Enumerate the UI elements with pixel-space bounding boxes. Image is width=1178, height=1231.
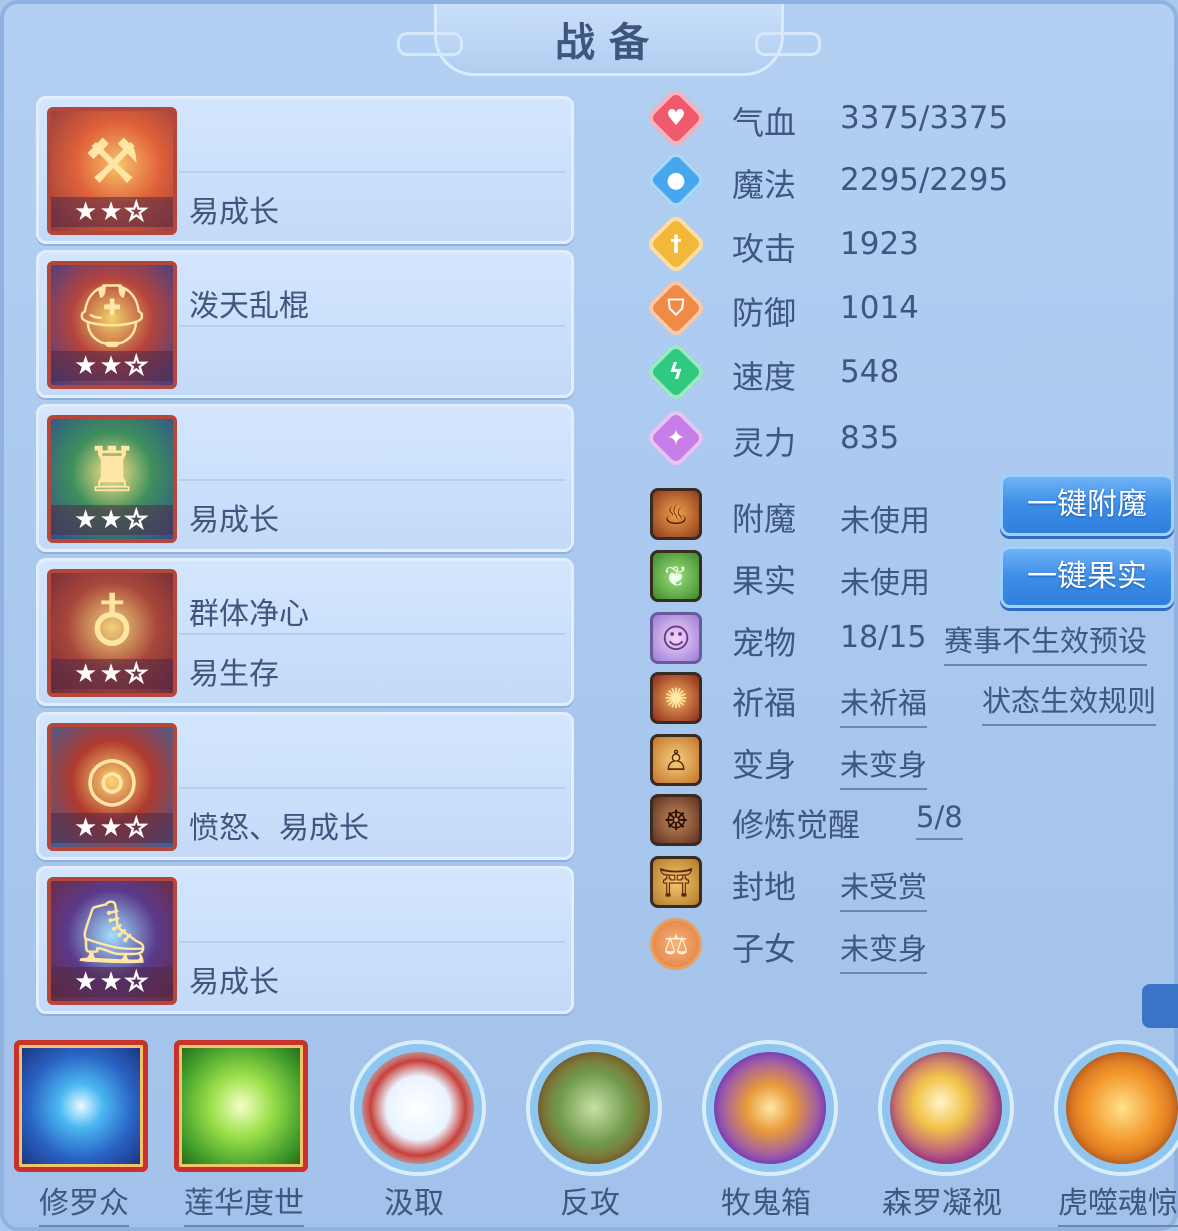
equipment-card-boots[interactable]: ⛸ ★★☆ 易成长 [36,866,574,1014]
equipment-skill: 泼天乱棍 [189,289,309,324]
meditation-icon: ☸ [650,794,702,846]
balance-icon: ⚖ [650,918,702,970]
skill-hushihunjing[interactable]: 虎噬魂惊 [1038,1032,1178,1231]
heart-icon: ♥ [666,105,686,131]
crack-icon [530,1044,658,1172]
stat-mp: ● 魔法 2295/2295 [644,148,1178,212]
lightning-icon: ϟ [668,359,684,385]
equipment-trait: 易生存 [189,657,279,692]
swirl-icon [354,1044,482,1172]
skill-lianhuadushi[interactable]: 莲华度世 [164,1032,324,1231]
skill-senluoningshi[interactable]: 森罗凝视 [862,1032,1022,1231]
battle-prep-panel: 战备 ⚒ ★★☆ 易成长 ⛑ ★★☆ 泼天乱棍 ♜ ★★☆ 易成长 ♁ ★★☆ … [0,0,1178,1231]
equipment-trait: 易成长 [189,965,279,1000]
star-rating: ★★☆ [51,966,173,998]
equipment-card-belt[interactable]: ◎ ★★☆ 愤怒、易成长 [36,712,574,860]
transform-status-link[interactable]: 未变身 [840,742,928,790]
mana-icon: ● [666,167,686,193]
row-awaken: ☸ 修炼觉醒 5/8 [644,790,1178,850]
skill-jiqu[interactable]: 汲取 [334,1032,494,1231]
status-rules-link[interactable]: 状态生效规则 [982,678,1157,726]
children-status-link[interactable]: 未变身 [840,926,928,974]
star-rating: ★★☆ [51,658,173,690]
shield-icon: ⛉ [667,295,685,321]
title-tab: 战备 [397,4,821,76]
equipment-card-armor[interactable]: ♜ ★★☆ 易成长 [36,404,574,552]
one-click-enchant-button[interactable]: 一键附魔 [1000,474,1174,536]
skill-bar: 修罗众 莲华度世 汲取 反攻 牧鬼箱 森罗凝视 虎噬魂惊 [4,1032,1178,1231]
row-children: ⚖ 子女 未变身 [644,914,1178,974]
boots-icon[interactable]: ⛸ ★★☆ [47,877,177,1005]
star-burst-icon [14,1040,148,1172]
skill-fangong[interactable]: 反攻 [510,1032,670,1231]
row-fief: ⛩ 封地 未受赏 [644,852,1178,912]
necklace-icon[interactable]: ♁ ★★☆ [47,569,177,697]
skill-xiuluozhong[interactable]: 修罗众 [4,1032,164,1231]
bless-icon: ✺ [650,672,702,724]
belt-icon[interactable]: ◎ ★★☆ [47,723,177,851]
figure-icon: ♙ [650,734,702,786]
stat-spirit: ✦ 灵力 835 [644,406,1178,470]
tiger-icon [1058,1044,1178,1172]
row-bless: ✺ 祈福 未祈福 状态生效规则 [644,668,1178,728]
crescent-moon-icon [882,1044,1010,1172]
chest-icon [706,1044,834,1172]
stat-attack: † 攻击 1923 [644,212,1178,276]
share-icon[interactable] [1142,984,1178,1028]
leaf-icon: ❦ [650,550,702,602]
row-transform: ♙ 变身 未变身 [644,730,1178,790]
weapon-icon[interactable]: ⚒ ★★☆ [47,107,177,235]
page-title: 战备 [555,19,663,66]
row-pet: ☺ 宠物 18/15 赛事不生效预设 [644,608,1178,668]
awaken-progress-link[interactable]: 5/8 [916,800,963,840]
stat-defense: ⛉ 防御 1014 [644,276,1178,340]
pet-avatar-icon: ☺ [650,612,702,664]
equipment-trait: 易成长 [189,503,279,538]
star-rating: ★★☆ [51,812,173,844]
gate-icon: ⛩ [650,856,702,908]
star-rating: ★★☆ [51,504,173,536]
armor-icon[interactable]: ♜ ★★☆ [47,415,177,543]
stat-speed: ϟ 速度 548 [644,340,1178,404]
bless-status-link[interactable]: 未祈福 [840,680,928,728]
row-fruit: ❦ 果实 未使用 一键果实 [644,546,1178,608]
helmet-icon[interactable]: ⛑ ★★☆ [47,261,177,389]
event-preset-link[interactable]: 赛事不生效预设 [944,618,1148,666]
spirit-icon: ✦ [666,425,686,451]
equipment-trait: 愤怒、易成长 [189,811,369,846]
equipment-list: ⚒ ★★☆ 易成长 ⛑ ★★☆ 泼天乱棍 ♜ ★★☆ 易成长 ♁ ★★☆ 群体净… [36,96,574,1020]
equipment-skill: 群体净心 [189,597,309,632]
equipment-card-necklace[interactable]: ♁ ★★☆ 群体净心 易生存 [36,558,574,706]
star-rating: ★★☆ [51,196,173,228]
flame-icon: ♨ [650,488,702,540]
row-enchant: ♨ 附魔 未使用 一键附魔 [644,474,1178,544]
star-rating: ★★☆ [51,350,173,382]
hand-icon [174,1040,308,1172]
sword-icon: † [670,231,682,257]
equipment-card-weapon[interactable]: ⚒ ★★☆ 易成长 [36,96,574,244]
skill-muguixiang[interactable]: 牧鬼箱 [686,1032,846,1231]
equipment-trait: 易成长 [189,195,279,230]
equipment-card-helmet[interactable]: ⛑ ★★☆ 泼天乱棍 [36,250,574,398]
one-click-fruit-button[interactable]: 一键果实 [1000,546,1174,608]
stat-hp: ♥ 气血 3375/3375 [644,86,1178,150]
fief-status-link[interactable]: 未受赏 [840,864,928,912]
